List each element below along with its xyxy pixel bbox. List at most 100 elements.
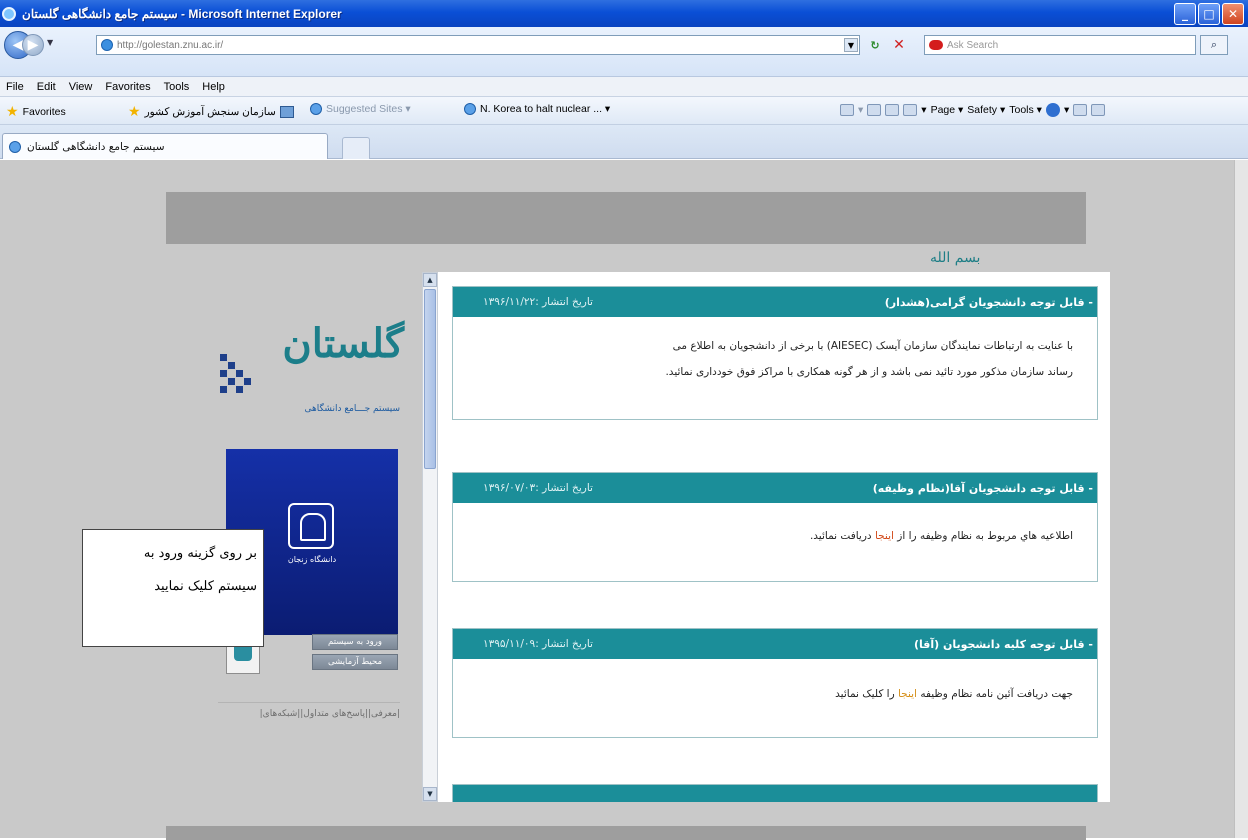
add-favorite-icon: ★ (128, 103, 141, 119)
safety-menu[interactable]: Safety ▾ (967, 104, 1005, 116)
ask-search-icon (929, 40, 943, 50)
new-tab-button[interactable] (342, 137, 370, 159)
news-item: تاریخ انتشار :۱۳۹۶/۰۷/۰۳ - قابل توجه دان… (452, 472, 1098, 582)
menu-help[interactable]: Help (202, 81, 225, 93)
news-header (453, 785, 1097, 802)
fav-news-item[interactable]: N. Korea to halt nuclear ... ▾ (464, 103, 610, 115)
research-icon[interactable] (1073, 104, 1088, 116)
close-icon[interactable]: ✕ (1222, 2, 1244, 25)
address-input[interactable]: http://golestan.znu.ac.ir/ (96, 35, 860, 55)
home-icon[interactable] (840, 104, 854, 116)
instruction-callout: بر روی گزینه ورود به سیستم کلیک نمایید (82, 529, 264, 647)
command-bar: ▾ ▾ Page ▾ Safety ▾ Tools ▾ ▾ (840, 103, 1106, 117)
site-icon (279, 105, 294, 118)
favorites-button[interactable]: ★ Favorites (6, 103, 66, 120)
favorites-bar: ★ Favorites ★ سازمان سنجش آموزش کشور Sug… (0, 97, 1248, 125)
news-body-text: اطلاعیه هاي مربوط به نظام وظیفه را از (893, 530, 1073, 542)
golestan-logo: گلستان سیستم جـــامع دانشگاهی (214, 320, 404, 440)
fav-suggested-label: Suggested Sites ▾ (326, 103, 411, 115)
logo-subtitle: سیستم جـــامع دانشگاهی (304, 404, 400, 414)
search-input[interactable]: Ask Search (924, 35, 1196, 55)
news-body-line: با عنایت به ارتباطات نمایندگان سازمان آی… (672, 340, 1073, 352)
scroll-up-icon[interactable]: ▲ (423, 273, 437, 287)
basmala: بسم الله (930, 250, 981, 266)
news-body-text: را کلیک نمائید (835, 688, 898, 700)
minimize-icon[interactable]: _ (1174, 2, 1196, 25)
forward-arrow-icon[interactable]: ▶ (22, 34, 44, 56)
page-viewport: بسم الله گلستان سیستم جـــامع دانشگاهی د… (0, 160, 1248, 840)
window-title: سیستم جامع دانشگاهی گلستان - Microsoft I… (22, 6, 342, 21)
stop-icon[interactable]: ✕ (890, 36, 908, 54)
fav-news-label: N. Korea to halt nuclear ... ▾ (480, 103, 611, 115)
tools-menu[interactable]: Tools ▾ (1009, 104, 1042, 116)
menu-favorites[interactable]: Favorites (105, 81, 150, 93)
search-placeholder: Ask Search (947, 39, 999, 51)
ie-page-icon (464, 103, 476, 115)
ie-page-icon (310, 103, 322, 115)
refresh-icon[interactable]: ↻ (866, 36, 884, 54)
news-panel: تاریخ انتشار :۱۳۹۶/۱۱/۲۲ - قابل توجه دان… (438, 272, 1110, 802)
tab-golestan[interactable]: سیستم جامع دانشگاهی گلستان (2, 133, 328, 159)
menu-edit[interactable]: Edit (37, 81, 56, 93)
news-body-text: جهت دریافت آئین نامه نظام وظیفه (916, 688, 1073, 700)
login-button[interactable]: ورود به سیستم (312, 634, 398, 650)
news-header: تاریخ انتشار :۱۳۹۵/۱۱/۰۹ - قابل توجه کلی… (453, 629, 1097, 659)
menu-view[interactable]: View (69, 81, 93, 93)
address-toolbar: ◀ ▶ ▼ http://golestan.znu.ac.ir/ ▼ ↻ ✕ A… (0, 27, 1248, 77)
news-body: اطلاعیه هاي مربوط به نظام وظیفه را از ای… (453, 503, 1097, 559)
scroll-down-icon[interactable]: ▼ (423, 787, 437, 801)
news-body-line: رساند سازمان مذکور مورد تائید نمی باشد و… (665, 366, 1073, 378)
news-title[interactable]: - قابل توجه دانشجویان گرامی(هشدار) (885, 296, 1093, 309)
news-link[interactable]: اینجا (875, 530, 894, 542)
maximize-icon[interactable]: □ (1198, 2, 1220, 25)
news-date: تاریخ انتشار :۱۳۹۶/۰۷/۰۳ (483, 482, 593, 494)
tab-title: سیستم جامع دانشگاهی گلستان (27, 140, 165, 153)
news-header: تاریخ انتشار :۱۳۹۶/۰۷/۰۳ - قابل توجه دان… (453, 473, 1097, 503)
ie-logo-icon (2, 6, 16, 21)
logo-text: گلستان (282, 320, 404, 367)
menu-tools[interactable]: Tools (164, 81, 190, 93)
print-icon[interactable] (903, 104, 918, 116)
news-body: جهت دریافت آئین نامه نظام وظیفه اینجا را… (453, 659, 1097, 717)
page-menu[interactable]: Page ▾ (931, 104, 964, 116)
url-text: http://golestan.znu.ac.ir/ (117, 39, 224, 51)
tab-bar: سیستم جامع دانشگاهی گلستان (0, 125, 1248, 159)
news-item: تاریخ انتشار :۱۳۹۶/۱۱/۲۲ - قابل توجه دان… (452, 286, 1098, 420)
news-body-text: دریافت نمائید. (809, 530, 875, 542)
news-item (452, 784, 1098, 802)
history-dropdown-icon[interactable]: ▼ (47, 38, 53, 47)
fav-suggested-sites[interactable]: Suggested Sites ▾ (310, 103, 411, 115)
tab-page-icon (9, 140, 21, 153)
address-dropdown-icon[interactable]: ▼ (844, 38, 858, 52)
test-environment-button[interactable]: محیط آزمایشی (312, 654, 398, 670)
window-controls: _ □ ✕ (1174, 2, 1244, 25)
news-body: با عنایت به ارتباطات نمایندگان سازمان آی… (453, 317, 1097, 395)
page-scrollbar[interactable] (1234, 160, 1248, 838)
favorites-label: Favorites (22, 105, 66, 118)
callout-line-1: بر روی گزینه ورود به (143, 546, 257, 561)
help-icon[interactable] (1045, 103, 1060, 117)
page-icon (101, 39, 113, 51)
university-emblem-icon (288, 503, 334, 549)
news-date: تاریخ انتشار :۱۳۹۶/۱۱/۲۲ (483, 296, 593, 308)
window-title-area: سیستم جامع دانشگاهی گلستان - Microsoft I… (2, 6, 342, 21)
news-title[interactable]: - قابل توجه کلیه دانشجویان (آقا) (914, 638, 1093, 651)
news-scrollbar[interactable]: ▲ ▼ (422, 272, 438, 802)
translate-icon[interactable] (1091, 104, 1106, 116)
news-title[interactable]: - قابل توجه دانشجویان آقا(نظام وظیفه) (873, 482, 1093, 495)
logo-squares-icon (220, 354, 252, 398)
search-icon[interactable]: ⌕ (1200, 35, 1228, 55)
scroll-thumb[interactable] (424, 289, 436, 469)
menu-file[interactable]: File (6, 81, 24, 93)
title-bar: سیستم جامع دانشگاهی گلستان - Microsoft I… (0, 0, 1248, 27)
news-item: تاریخ انتشار :۱۳۹۵/۱۱/۰۹ - قابل توجه کلی… (452, 628, 1098, 738)
menu-bar: File Edit View Favorites Tools Help (0, 77, 1248, 97)
news-link[interactable]: اینجا (898, 688, 917, 700)
fav-item-sanjesh[interactable]: ★ سازمان سنجش آموزش کشور (128, 103, 294, 120)
mail-icon[interactable] (885, 104, 900, 116)
bottom-links[interactable]: |معرفی||پاسخ‌های متداول||شبکه‌های| (218, 702, 400, 719)
star-icon: ★ (6, 103, 19, 119)
feeds-icon[interactable] (867, 104, 882, 116)
news-header: تاریخ انتشار :۱۳۹۶/۱۱/۲۲ - قابل توجه دان… (453, 287, 1097, 317)
callout-line-2: سیستم کلیک نمایید (154, 578, 257, 594)
